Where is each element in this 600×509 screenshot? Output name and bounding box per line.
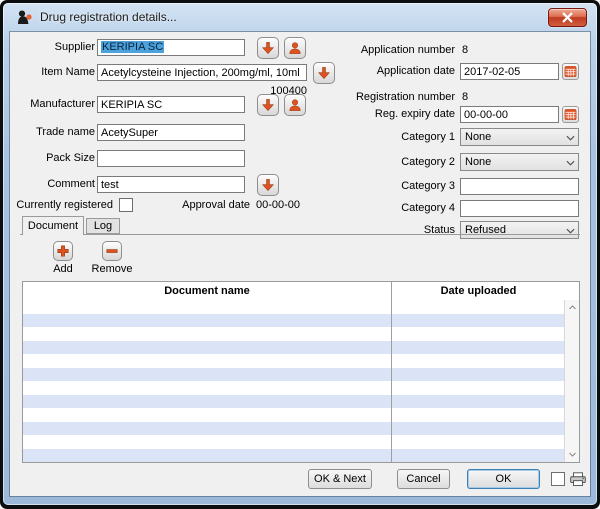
status-label: Status: [310, 222, 455, 239]
tab-log[interactable]: Log: [86, 218, 120, 234]
supplier-contact-button[interactable]: [284, 37, 306, 59]
table-row[interactable]: [23, 395, 579, 409]
item-name-input[interactable]: [97, 64, 307, 81]
category2-value: None: [465, 156, 491, 168]
manufacturer-contact-button[interactable]: [284, 94, 306, 116]
pack-size-label: Pack Size: [10, 150, 95, 167]
calendar-icon: [564, 65, 577, 78]
ok-next-button[interactable]: OK & Next: [308, 469, 372, 489]
scroll-up-button[interactable]: [565, 300, 580, 315]
table-row[interactable]: [23, 341, 579, 355]
close-button[interactable]: [548, 8, 587, 27]
documents-table-header: Document name Date uploaded: [23, 282, 579, 300]
printer-icon[interactable]: [569, 470, 587, 488]
application-number-value: 8: [462, 42, 468, 59]
remove-document-button[interactable]: [102, 241, 122, 261]
remove-button-label: Remove: [87, 263, 137, 275]
supplier-input[interactable]: KERIPIA SC: [97, 39, 245, 56]
supplier-lookup-button[interactable]: [257, 37, 279, 59]
scroll-down-button[interactable]: [565, 447, 580, 462]
table-row[interactable]: [23, 435, 579, 449]
minus-icon: [105, 244, 119, 258]
pack-size-input[interactable]: [97, 150, 245, 167]
table-row[interactable]: [23, 422, 579, 436]
table-row[interactable]: [23, 381, 579, 395]
comment-input[interactable]: [97, 176, 245, 193]
comment-label: Comment: [10, 176, 95, 193]
application-date-calendar-button[interactable]: [562, 63, 579, 80]
table-scrollbar[interactable]: [564, 300, 579, 462]
trade-name-input[interactable]: [97, 124, 245, 141]
category2-label: Category 2: [310, 154, 455, 171]
plus-icon: [56, 244, 70, 258]
table-row[interactable]: [23, 408, 579, 422]
supplier-label: Supplier: [10, 39, 95, 56]
currently-registered-checkbox[interactable]: [119, 198, 133, 212]
reg-expiry-date-label: Reg. expiry date: [310, 106, 455, 123]
document-table-body: [23, 300, 579, 462]
item-name-label: Item Name: [10, 64, 95, 81]
tab-strip-divider: [20, 234, 580, 235]
cancel-button[interactable]: Cancel: [397, 469, 450, 489]
column-header-document-name[interactable]: Document name: [23, 282, 391, 300]
table-row[interactable]: [23, 300, 579, 314]
category4-label: Category 4: [310, 200, 455, 217]
msupply-logo-icon: [14, 8, 34, 28]
person-icon: [288, 41, 302, 55]
application-number-label: Application number: [310, 42, 455, 59]
application-date-input[interactable]: [460, 63, 559, 80]
chevron-down-icon: [568, 451, 577, 458]
category1-label: Category 1: [310, 129, 455, 146]
chevron-down-icon: [566, 159, 575, 167]
tab-document[interactable]: Document: [22, 216, 84, 235]
titlebar[interactable]: Drug registration details...: [3, 3, 597, 32]
chevron-up-icon: [568, 304, 577, 311]
supplier-selected-text: KERIPIA SC: [101, 41, 164, 53]
add-document-button[interactable]: [53, 241, 73, 261]
category1-select[interactable]: None: [460, 128, 579, 146]
table-row[interactable]: [23, 327, 579, 341]
category1-value: None: [465, 131, 491, 143]
chevron-down-icon: [566, 134, 575, 142]
calendar-icon: [564, 108, 577, 121]
category3-input[interactable]: [460, 178, 579, 195]
category3-label: Category 3: [310, 178, 455, 195]
table-row[interactable]: [23, 354, 579, 368]
approval-date-value: 00-00-00: [256, 197, 300, 214]
manufacturer-label: Manufacturer: [10, 96, 95, 113]
person-icon: [288, 98, 302, 112]
down-arrow-icon: [261, 41, 275, 55]
trade-name-label: Trade name: [10, 124, 95, 141]
dialog-client-area: Supplier KERIPIA SC Item Name 100400 Man…: [10, 32, 590, 496]
category4-input[interactable]: [460, 200, 579, 217]
add-button-label: Add: [43, 263, 83, 275]
manufacturer-lookup-button[interactable]: [257, 94, 279, 116]
ok-button[interactable]: OK: [467, 469, 540, 489]
reg-expiry-date-input[interactable]: [460, 106, 559, 123]
down-arrow-icon: [261, 178, 275, 192]
registration-number-label: Registration number: [310, 89, 455, 106]
documents-table: Document name Date uploaded: [22, 281, 580, 463]
status-select[interactable]: Refused: [460, 221, 579, 239]
column-header-date-uploaded[interactable]: Date uploaded: [391, 282, 566, 300]
drug-registration-dialog: Drug registration details... Supplier KE…: [0, 0, 600, 509]
reg-expiry-date-calendar-button[interactable]: [562, 106, 579, 123]
table-row[interactable]: [23, 368, 579, 382]
approval-date-label: Approval date: [165, 197, 250, 214]
table-row[interactable]: [23, 449, 579, 463]
application-date-label: Application date: [310, 63, 455, 80]
down-arrow-icon: [261, 98, 275, 112]
currently-registered-label: Currently registered: [10, 197, 113, 214]
column-divider: [391, 282, 392, 462]
close-icon: [562, 12, 573, 23]
print-checkbox[interactable]: [551, 472, 565, 486]
manufacturer-input[interactable]: [97, 96, 245, 113]
category2-select[interactable]: None: [460, 153, 579, 171]
table-row[interactable]: [23, 314, 579, 328]
window-title: Drug registration details...: [40, 3, 177, 32]
registration-number-value: 8: [462, 89, 468, 106]
comment-expand-button[interactable]: [257, 174, 279, 196]
